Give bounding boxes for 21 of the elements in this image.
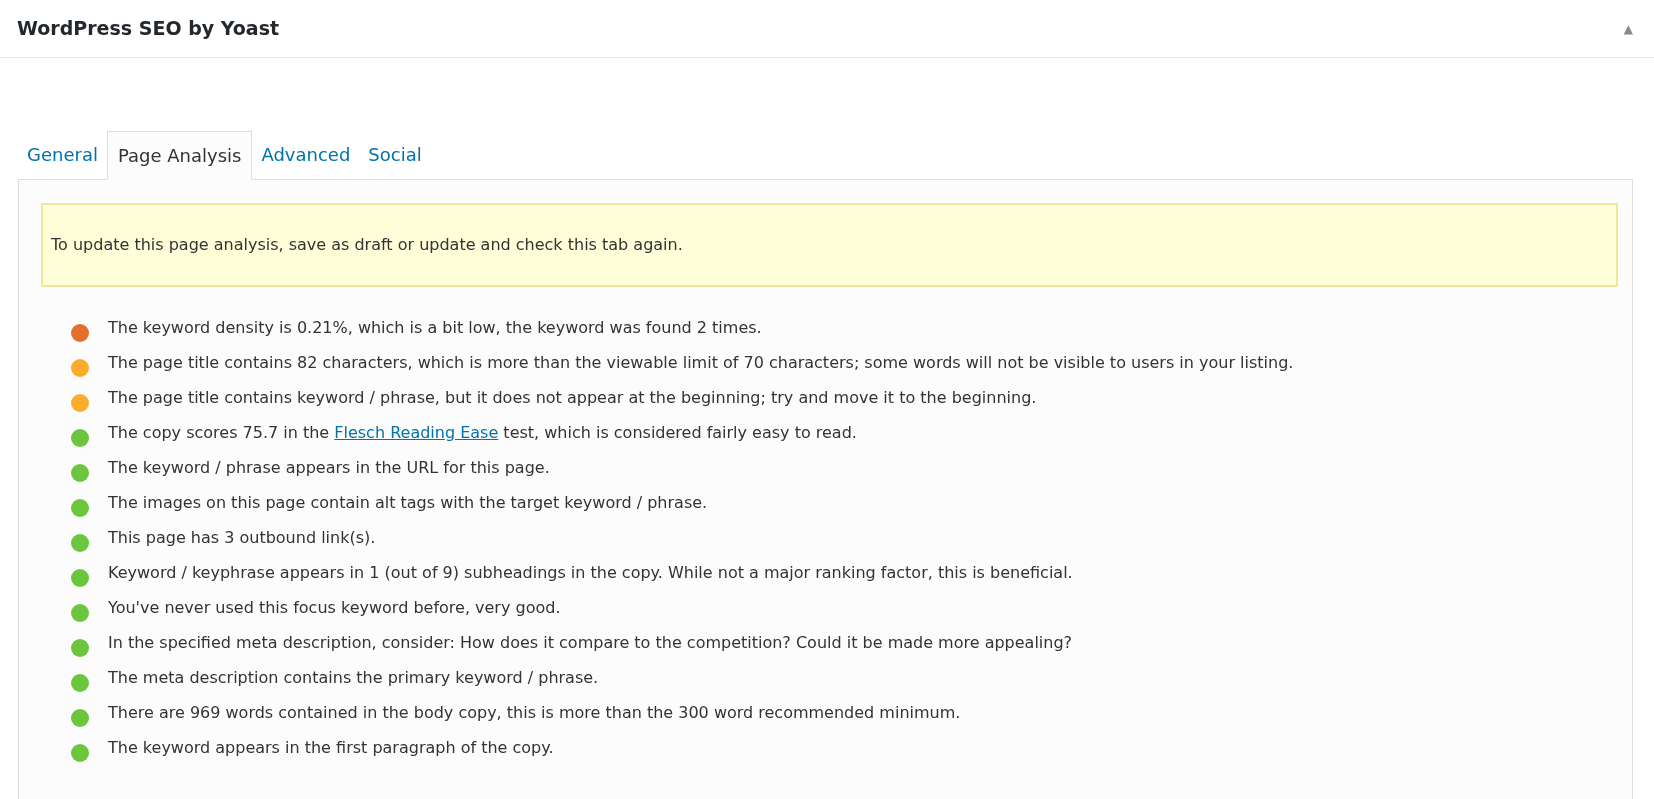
panel-title: WordPress SEO by Yoast [17,16,280,42]
analysis-result: The keyword / phrase appears in the URL for this page. [108,457,550,479]
analysis-result: The meta description contains the primary keyword / phrase. [108,667,599,689]
analysis-result: You've never used this focus keyword before, very good. [108,597,561,619]
analysis-result: The copy scores 75.7 in the Flesch Reading Ease test, which is considered fairly easy to read. [108,422,857,444]
analysis-result: Keyword / keyphrase appears in 1 (out of 9) subheadings in the copy. While not a major ranking factor, this is beneficial. [108,562,1073,584]
analysis-result: There are 969 words contained in the body copy, this is more than the 300 word recommended minimum. [108,702,961,724]
analysis-result: This page has 3 outbound link(s). [108,527,376,549]
tab[interactable]: Page Analysis [106,131,253,180]
flesch-link[interactable]: Flesch Reading Ease [334,423,499,442]
analysis-result: The page title contains 82 characters, which is more than the viewable limit of 70 characters; some words will not be visible to users in your listing. [108,352,1294,374]
tab[interactable]: General [18,130,107,179]
analysis-result: The keyword appears in the first paragraph of the copy. [108,737,554,759]
tab[interactable]: Advanced [252,130,360,179]
analysis-result: The keyword density is 0.21%, which is a bit low, the keyword was found 2 times. [108,317,762,339]
analysis-result: The images on this page contain alt tags with the target keyword / phrase. [108,492,708,514]
collapse-toggle[interactable]: ▲ [1623,19,1633,38]
tab[interactable]: Social [359,130,431,179]
analysis-result: The page title contains keyword / phrase, but it does not appear at the beginning; try and move it to the beginning. [108,387,1037,409]
analysis-result: In the specified meta description, consider: How does it compare to the competition? Could it be made more appealing? [108,632,1073,654]
notice-text: To update this page analysis, save as draft or update and check this tab again. [51,234,683,256]
